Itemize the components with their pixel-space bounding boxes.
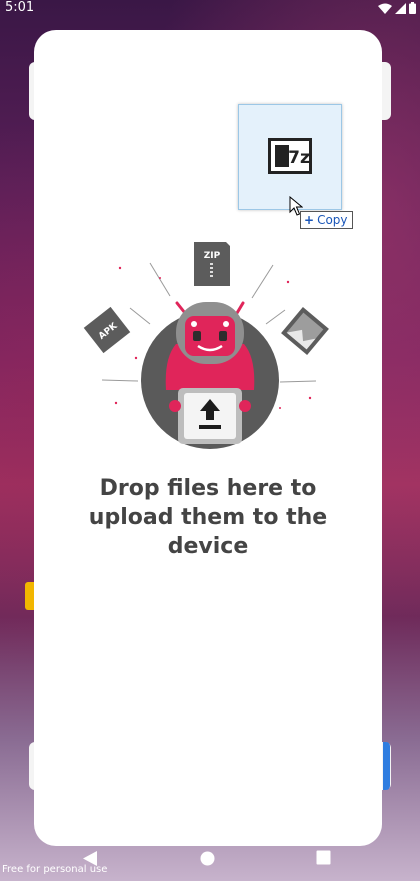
7z-label: 7z	[288, 148, 310, 168]
drop-instructions-line-1: Drop files here to	[99, 476, 317, 501]
7z-archive-icon: 7z	[268, 138, 312, 174]
drop-instructions-line-3: device	[167, 534, 249, 559]
recents-icon[interactable]	[316, 850, 331, 865]
status-time: 5:01	[5, 0, 35, 15]
battery-icon	[409, 2, 416, 14]
background-blue-button-edge	[383, 742, 390, 790]
image-file-icon	[281, 307, 329, 355]
zip-badge-label: ZIP	[204, 251, 221, 261]
drag-copy-indicator: + Copy	[300, 211, 353, 229]
zip-file-icon: ZIP	[194, 242, 230, 286]
watermark-text: Free for personal use	[2, 864, 108, 875]
drop-illustration: ZIP APK	[83, 242, 329, 449]
plus-icon: +	[304, 213, 315, 227]
drop-instructions: Drop files here to upload them to the de…	[34, 474, 382, 561]
robot-mascot	[141, 301, 279, 449]
drop-instructions-line-2: upload them to the	[88, 505, 328, 530]
drag-file-ghost: 7z	[238, 104, 342, 210]
signal-icon	[395, 2, 406, 14]
status-bar: 5:01	[0, 0, 420, 16]
wifi-icon	[378, 3, 392, 14]
copy-label-text: Copy	[317, 213, 348, 227]
apk-file-icon: APK	[83, 306, 131, 354]
home-icon[interactable]	[200, 851, 215, 866]
